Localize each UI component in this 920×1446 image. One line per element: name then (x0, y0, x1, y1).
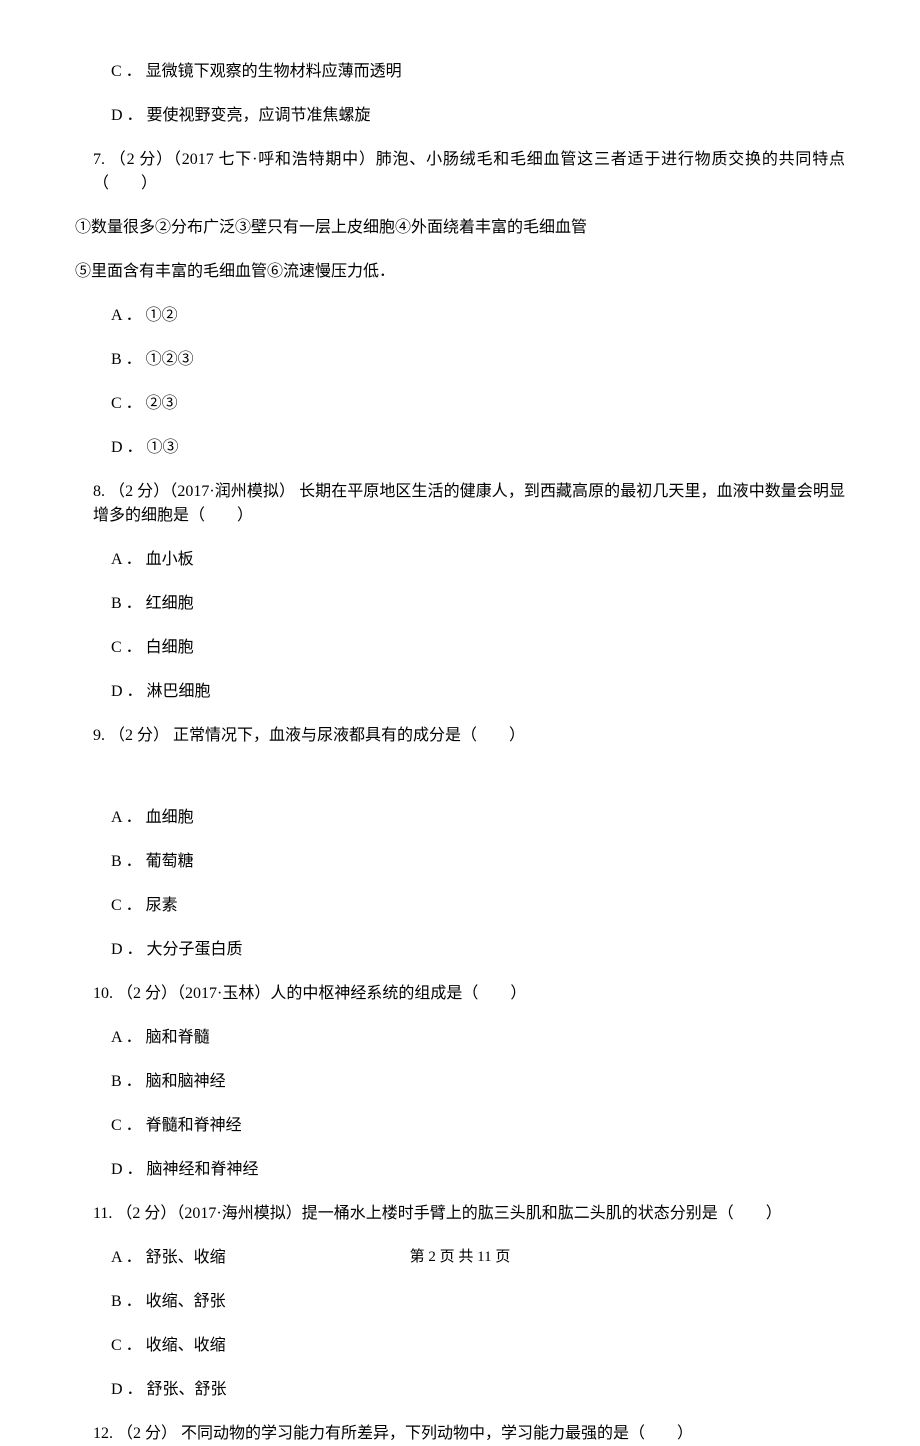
q10-option-b: B ． 脑和脑神经 (75, 1070, 845, 1094)
q11-stem: 11. （2 分）（2017·海州模拟）提一桶水上楼时手臂上的肱三头肌和肱二头肌… (75, 1202, 845, 1226)
q8-option-b: B ． 红细胞 (75, 592, 845, 616)
q9-stem: 9. （2 分） 正常情况下，血液与尿液都具有的成分是（ ） (75, 724, 845, 748)
q7-stem: 7. （2 分）（2017 七下·呼和浩特期中）肺泡、小肠绒毛和毛细血管这三者适… (75, 148, 845, 196)
q7-line3: ⑤里面含有丰富的毛细血管⑥流速慢压力低． (75, 260, 845, 284)
prev-option-d: D ． 要使视野变亮，应调节准焦螺旋 (75, 104, 845, 128)
q10-option-c: C ． 脊髓和脊神经 (75, 1114, 845, 1138)
q7-option-b: B ． ①②③ (75, 348, 845, 372)
q12-stem: 12. （2 分） 不同动物的学习能力有所差异，下列动物中，学习能力最强的是（ … (75, 1422, 845, 1446)
q8-stem: 8. （2 分）（2017·润州模拟） 长期在平原地区生活的健康人，到西藏高原的… (75, 480, 845, 528)
q9-option-b: B ． 葡萄糖 (75, 850, 845, 874)
q8-option-c: C ． 白细胞 (75, 636, 845, 660)
page-content: C ． 显微镜下观察的生物材料应薄而透明 D ． 要使视野变亮，应调节准焦螺旋 … (0, 0, 920, 1446)
q7-line2: ①数量很多②分布广泛③壁只有一层上皮细胞④外面绕着丰富的毛细血管 (75, 216, 845, 240)
q9-option-a: A ． 血细胞 (75, 806, 845, 830)
spacer (75, 768, 845, 806)
q8-option-d: D ． 淋巴细胞 (75, 680, 845, 704)
q7-option-a: A ． ①② (75, 304, 845, 328)
q11-option-c: C ． 收缩、收缩 (75, 1334, 845, 1358)
page-footer: 第 2 页 共 11 页 (0, 1246, 920, 1269)
q11-option-d: D ． 舒张、舒张 (75, 1378, 845, 1402)
q7-option-d: D ． ①③ (75, 436, 845, 460)
q9-option-d: D ． 大分子蛋白质 (75, 938, 845, 962)
q10-stem: 10. （2 分）（2017·玉林）人的中枢神经系统的组成是（ ） (75, 982, 845, 1006)
q10-option-d: D ． 脑神经和脊神经 (75, 1158, 845, 1182)
q8-option-a: A ． 血小板 (75, 548, 845, 572)
q9-option-c: C ． 尿素 (75, 894, 845, 918)
q10-option-a: A ． 脑和脊髓 (75, 1026, 845, 1050)
prev-option-c: C ． 显微镜下观察的生物材料应薄而透明 (75, 60, 845, 84)
q7-option-c: C ． ②③ (75, 392, 845, 416)
q11-option-b: B ． 收缩、舒张 (75, 1290, 845, 1314)
